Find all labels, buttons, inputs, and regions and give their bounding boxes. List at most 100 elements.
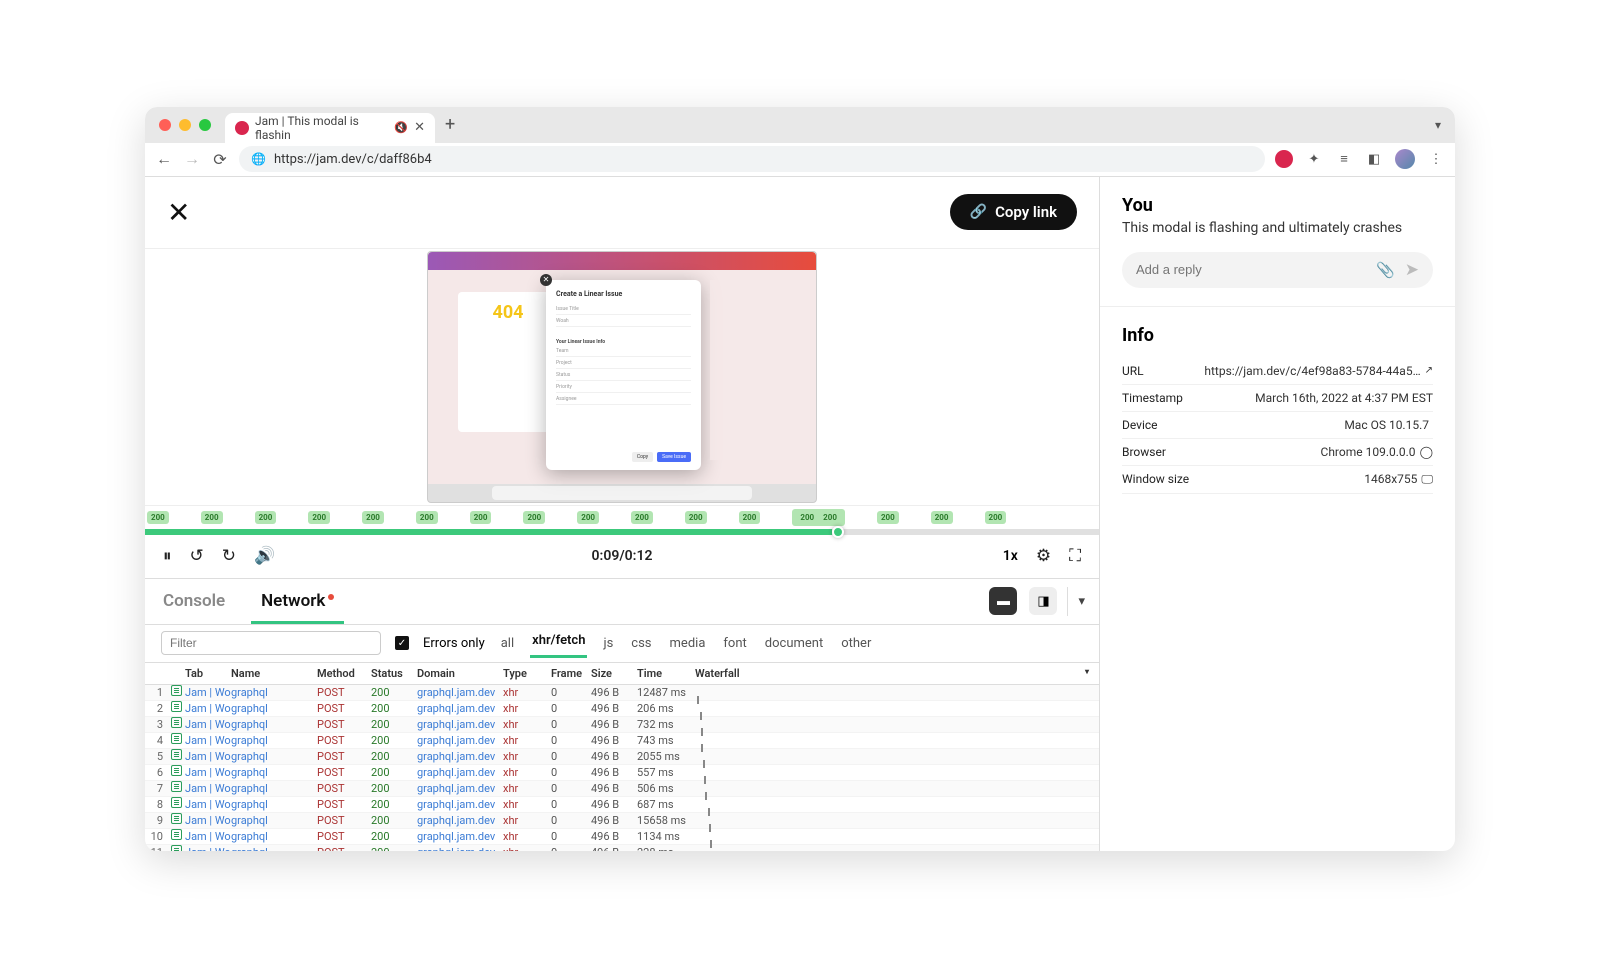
- profile-avatar[interactable]: [1395, 149, 1415, 169]
- request-icon: [171, 701, 182, 712]
- attachment-icon[interactable]: 📎: [1376, 261, 1395, 279]
- send-icon[interactable]: ➤: [1405, 260, 1419, 280]
- table-row[interactable]: 2Jam | WographqlPOST200graphql.jam.devxh…: [145, 701, 1099, 717]
- rewind-icon[interactable]: ↺: [190, 546, 204, 566]
- timeline-markers: 200 200 200 200 200 200 200 200 200 200 …: [145, 505, 1099, 529]
- pause-icon[interactable]: ⏸: [163, 546, 172, 566]
- sort-indicator-icon: ▾: [1085, 667, 1099, 680]
- kebab-menu-icon[interactable]: ⋮: [1427, 150, 1445, 168]
- table-row[interactable]: 9Jam | WographqlPOST200graphql.jam.devxh…: [145, 813, 1099, 829]
- settings-icon[interactable]: ⚙: [1036, 546, 1051, 566]
- table-row[interactable]: 3Jam | WographqlPOST200graphql.jam.devxh…: [145, 717, 1099, 733]
- reply-input[interactable]: [1136, 262, 1366, 277]
- tabs-dropdown-icon[interactable]: ▾: [1435, 118, 1441, 132]
- playback-speed[interactable]: 1x: [1003, 548, 1018, 564]
- info-timestamp-value: March 16th, 2022 at 4:37 PM EST: [1255, 391, 1433, 405]
- extensions-icon[interactable]: ✦: [1305, 150, 1323, 168]
- jam-extension-icon[interactable]: [1275, 150, 1293, 168]
- side-panel-icon[interactable]: ◧: [1365, 150, 1383, 168]
- info-url-value: https://jam.dev/c/4ef98a83-5784-44a5…: [1204, 364, 1420, 378]
- layout-bottom-icon[interactable]: ▬: [989, 587, 1017, 615]
- table-row[interactable]: 6Jam | WographqlPOST200graphql.jam.devxh…: [145, 765, 1099, 781]
- toolbar: ← → ⟳ 🌐 https://jam.dev/c/daff86b4 ✦ ≡ ◧…: [145, 143, 1455, 177]
- fullscreen-icon[interactable]: ⛶: [1069, 546, 1081, 566]
- mute-icon[interactable]: 🔇: [394, 121, 408, 134]
- filter-js[interactable]: js: [601, 632, 615, 655]
- window-minimize[interactable]: [179, 119, 191, 131]
- copy-link-label: Copy link: [995, 203, 1057, 221]
- site-info-icon[interactable]: 🌐: [251, 152, 266, 166]
- close-icon[interactable]: ✕: [167, 196, 190, 229]
- filter-xhr[interactable]: xhr/fetch: [530, 629, 587, 658]
- new-tab-button[interactable]: +: [445, 114, 455, 135]
- window-close[interactable]: [159, 119, 171, 131]
- request-icon: [171, 829, 182, 840]
- reload-icon[interactable]: ⟳: [211, 150, 229, 169]
- tab-console[interactable]: Console: [145, 579, 243, 624]
- window-maximize[interactable]: [199, 119, 211, 131]
- col-status[interactable]: Status: [371, 663, 417, 684]
- request-icon: [171, 765, 182, 776]
- info-device-value: Mac OS 10.15.7: [1344, 418, 1429, 432]
- tab-network[interactable]: Network: [243, 579, 352, 624]
- comment-author: You: [1122, 195, 1433, 216]
- preview-modal: ✕ Create a Linear Issue Issue Title Woah…: [546, 280, 701, 470]
- preview-404: 404: [458, 292, 558, 432]
- volume-icon[interactable]: 🔊: [254, 546, 275, 566]
- info-url-key: URL: [1122, 364, 1144, 378]
- info-timestamp-key: Timestamp: [1122, 391, 1183, 405]
- external-link-icon[interactable]: ↗: [1425, 365, 1433, 376]
- table-row[interactable]: 5Jam | WographqlPOST200graphql.jam.devxh…: [145, 749, 1099, 765]
- col-waterfall[interactable]: Waterfall▾: [695, 663, 1099, 684]
- address-bar[interactable]: 🌐 https://jam.dev/c/daff86b4: [239, 146, 1265, 172]
- reply-box[interactable]: 📎 ➤: [1122, 252, 1433, 288]
- col-name[interactable]: Name: [231, 663, 317, 684]
- errors-only-label: Errors only: [423, 636, 485, 651]
- info-browser-key: Browser: [1122, 445, 1166, 459]
- col-frame[interactable]: Frame: [551, 663, 591, 684]
- table-row[interactable]: 1Jam | WographqlPOST200graphql.jam.devxh…: [145, 685, 1099, 701]
- col-type[interactable]: Type: [503, 663, 551, 684]
- request-icon: [171, 717, 182, 728]
- request-icon: [171, 749, 182, 760]
- filter-font[interactable]: font: [721, 632, 748, 655]
- col-time[interactable]: Time: [637, 663, 695, 684]
- comment-text: This modal is flashing and ultimately cr…: [1122, 220, 1433, 236]
- col-size[interactable]: Size: [591, 663, 637, 684]
- status-badge: 200: [147, 511, 169, 524]
- monitor-icon: 🖵: [1421, 472, 1433, 487]
- chrome-icon: ◯: [1420, 445, 1433, 459]
- forward-skip-icon[interactable]: ↻: [222, 546, 236, 566]
- filter-media[interactable]: media: [668, 632, 708, 655]
- tab-close-icon[interactable]: ✕: [414, 120, 425, 135]
- back-icon[interactable]: ←: [155, 149, 173, 169]
- video-preview[interactable]: 404 ✕ Create a Linear Issue Issue Title …: [145, 249, 1099, 505]
- reading-list-icon[interactable]: ≡: [1335, 150, 1353, 168]
- request-icon: [171, 813, 182, 824]
- request-icon: [171, 685, 182, 696]
- tab-title: Jam | This modal is flashin: [255, 114, 388, 142]
- col-domain[interactable]: Domain: [417, 663, 503, 684]
- col-method[interactable]: Method: [317, 663, 371, 684]
- forward-icon[interactable]: →: [183, 149, 201, 169]
- errors-only-checkbox[interactable]: ✓: [395, 636, 409, 650]
- table-row[interactable]: 11Jam | WographqlPOST200graphql.jam.devx…: [145, 845, 1099, 851]
- request-icon: [171, 845, 182, 851]
- filter-input[interactable]: [161, 631, 381, 655]
- browser-tab[interactable]: Jam | This modal is flashin 🔇 ✕: [225, 113, 435, 143]
- table-row[interactable]: 8Jam | WographqlPOST200graphql.jam.devxh…: [145, 797, 1099, 813]
- filter-all[interactable]: all: [499, 632, 516, 655]
- copy-link-button[interactable]: 🔗 Copy link: [950, 194, 1077, 230]
- layout-side-icon[interactable]: ◨: [1029, 587, 1057, 615]
- filter-document[interactable]: document: [763, 632, 825, 655]
- info-device-key: Device: [1122, 418, 1158, 432]
- table-row[interactable]: 7Jam | WographqlPOST200graphql.jam.devxh…: [145, 781, 1099, 797]
- table-row[interactable]: 10Jam | WographqlPOST200graphql.jam.devx…: [145, 829, 1099, 845]
- table-row[interactable]: 4Jam | WographqlPOST200graphql.jam.devxh…: [145, 733, 1099, 749]
- filter-other[interactable]: other: [839, 632, 873, 655]
- col-tab[interactable]: Tab: [185, 663, 231, 684]
- chevron-down-icon[interactable]: ▾: [1078, 594, 1085, 609]
- filter-css[interactable]: css: [629, 632, 653, 655]
- info-windowsize-key: Window size: [1122, 472, 1189, 487]
- link-icon: 🔗: [970, 204, 987, 220]
